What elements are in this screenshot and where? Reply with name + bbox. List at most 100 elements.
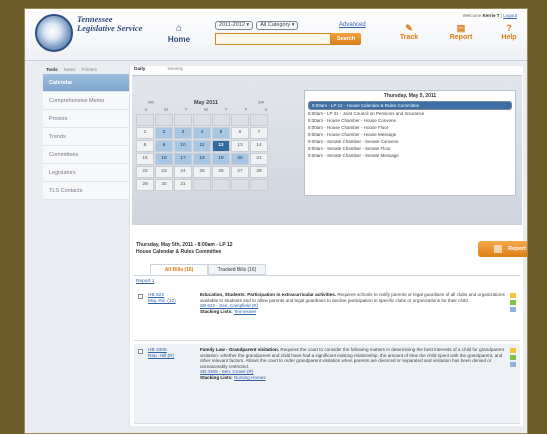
bill-number[interactable]: HB 3306 Rep. Hill (R) [148,348,188,360]
bill-checkbox[interactable] [138,294,143,299]
search-input[interactable] [215,33,331,45]
calendar-day[interactable]: 5 [212,127,230,139]
bill-checkbox[interactable] [138,349,143,354]
year-select[interactable]: 2011-2012 ▾ [215,21,254,30]
calendar-day[interactable]: 17 [174,153,192,165]
logo-text[interactable]: Tennessee Legislative Service [77,15,147,33]
sidebar-item-calendar[interactable]: Calendar [43,74,129,92]
calendar-day[interactable]: 10 [174,140,192,152]
calendar-day[interactable]: 24 [174,166,192,178]
flag-yellow-icon[interactable] [510,293,516,298]
event-item[interactable]: 9:00am - Senate Chamber - Senate Floor [308,145,512,152]
calendar-day[interactable]: 18 [193,153,211,165]
event-item[interactable]: 9:00am - Senate Chamber - Senate Message [308,152,512,159]
calendar-day[interactable]: 27 [231,166,249,178]
nav-track[interactable]: ✎ Track [391,23,427,41]
tab-all-bills[interactable]: All Bills (16) [150,264,208,275]
flag-blue-icon[interactable] [510,362,516,367]
sidebar-item-comprehensive-memo[interactable]: Comprehensive Memo [43,92,129,110]
calendar-day[interactable]: 20 [231,153,249,165]
event-item[interactable]: 9:00am - House Chamber - House Message [308,131,512,138]
sidebar-item-proxies[interactable]: Proxies [43,110,129,128]
report-sub-link[interactable]: Report 1 [136,279,154,284]
companion-bill-link[interactable]: SB 622 - Sen. Campfield (R) [200,303,258,308]
calendar-day[interactable]: 22 [136,166,154,178]
prev-month-button[interactable]: << [148,100,154,106]
calendar-day[interactable]: 2 [155,127,173,139]
category-select[interactable]: All Category ▾ [256,21,299,30]
event-item[interactable]: 9:00am - House Chamber - House Floor [308,124,512,131]
event-item[interactable]: 9:00am - Senate Chamber - Senate Convene [308,138,512,145]
calendar-day[interactable]: 6 [231,127,249,139]
calendar-day[interactable]: 9 [155,140,173,152]
flag-green-icon[interactable] [510,355,516,360]
calendar-day[interactable]: 23 [155,166,173,178]
sidebar-tab-tools[interactable]: Tools [46,67,58,73]
filters: 2011-2012 ▾ All Category ▾ [215,21,299,30]
tab-daily[interactable]: Daily [134,67,145,72]
calendar-day [193,179,211,191]
nav-report[interactable]: ▤ Report [443,23,479,41]
calendar-day[interactable]: 30 [155,179,173,191]
flag-yellow-icon[interactable] [510,348,516,353]
report-icon [494,244,503,253]
calendar-day[interactable]: 12 [212,140,230,152]
help-icon: ? [506,23,512,33]
calendar-day[interactable]: 29 [136,179,154,191]
calendar-day[interactable]: 14 [250,140,268,152]
event-details-line1: Thursday, May 5th, 2011 - 8:00am - LP 12 [136,242,233,248]
calendar-day[interactable]: 19 [212,153,230,165]
sidebar-item-tls-contacts[interactable]: TLS Contacts [43,182,129,200]
calendar-day[interactable]: 31 [174,179,192,191]
calendar-day[interactable]: 15 [136,153,154,165]
sidebar-tab-printers[interactable]: Printers [81,67,97,73]
advanced-search-link[interactable]: Advanced [339,22,366,28]
sidebar-item-legislators[interactable]: Legislators [43,164,129,182]
calendar-day[interactable]: 16 [155,153,173,165]
event-details: Thursday, May 5th, 2011 - 8:00am - LP 12… [136,242,376,256]
event-item[interactable]: 8:00am - LP 31 - Joint Council on Pensio… [308,110,512,117]
weekday-label: T [184,107,188,112]
tab-divider [134,275,520,276]
flag-blue-icon[interactable] [510,307,516,312]
tab-weekly[interactable]: Weekly [167,67,183,72]
companion-bill-link[interactable]: SB 3305 - Sen. Crowe (R) [200,369,253,374]
bill-number[interactable]: HB 622 Maj. Rd. (12) [148,293,188,305]
event-item[interactable]: 8:00am - LP 12 - House Calendar & Rules … [308,101,512,110]
calendar-day[interactable]: 8 [136,140,154,152]
calendar-day[interactable]: 1 [136,127,154,139]
calendar-day[interactable]: 11 [193,140,211,152]
bill-description: Family Law - Grandparent visitation. Req… [200,347,504,380]
weekday-label: M [164,107,168,112]
welcome-text: Welcome Kerrie T | Logout [462,13,517,18]
sidebar-item-trends[interactable]: Trends [43,128,129,146]
pencil-icon: ✎ [405,23,413,33]
header: Tennessee Legislative Service ⌂ Home 201… [25,9,527,61]
sidebar-tab-notes[interactable]: Notes [64,67,76,73]
calendar-day[interactable]: 21 [250,153,268,165]
calendar-day [231,114,249,126]
bill-tabs: All Bills (16) Tracked Bills (16) [150,264,266,275]
flag-green-icon[interactable] [510,300,516,305]
nav-home[interactable]: ⌂ Home [161,23,197,44]
calendar-day [250,114,268,126]
calendar-day[interactable]: 3 [174,127,192,139]
main-content: Daily Weekly << May 2011 >> SMTWTFS 1234… [129,66,527,426]
calendar-day[interactable]: 26 [212,166,230,178]
calendar-day[interactable]: 7 [250,127,268,139]
calendar-day[interactable]: 13 [231,140,249,152]
report-button[interactable]: Report [478,241,527,257]
nav-help[interactable]: ? Help [491,23,527,41]
calendar-day[interactable]: 25 [193,166,211,178]
calendar-day[interactable]: 4 [193,127,211,139]
tab-tracked-bills[interactable]: Tracked Bills (16) [208,264,266,275]
event-item[interactable]: 8:30am - House Chamber - House Convene [308,117,512,124]
sidebar-item-committees[interactable]: Committees [43,146,129,164]
logout-link[interactable]: Logout [503,13,517,18]
tennessee-seal-logo[interactable] [35,14,73,52]
app-window: Tennessee Legislative Service ⌂ Home 201… [24,8,528,434]
search-button[interactable]: Search [331,33,361,45]
next-month-button[interactable]: >> [258,100,264,106]
calendar-weekdays: SMTWTFS [136,107,276,114]
calendar-day[interactable]: 28 [250,166,268,178]
